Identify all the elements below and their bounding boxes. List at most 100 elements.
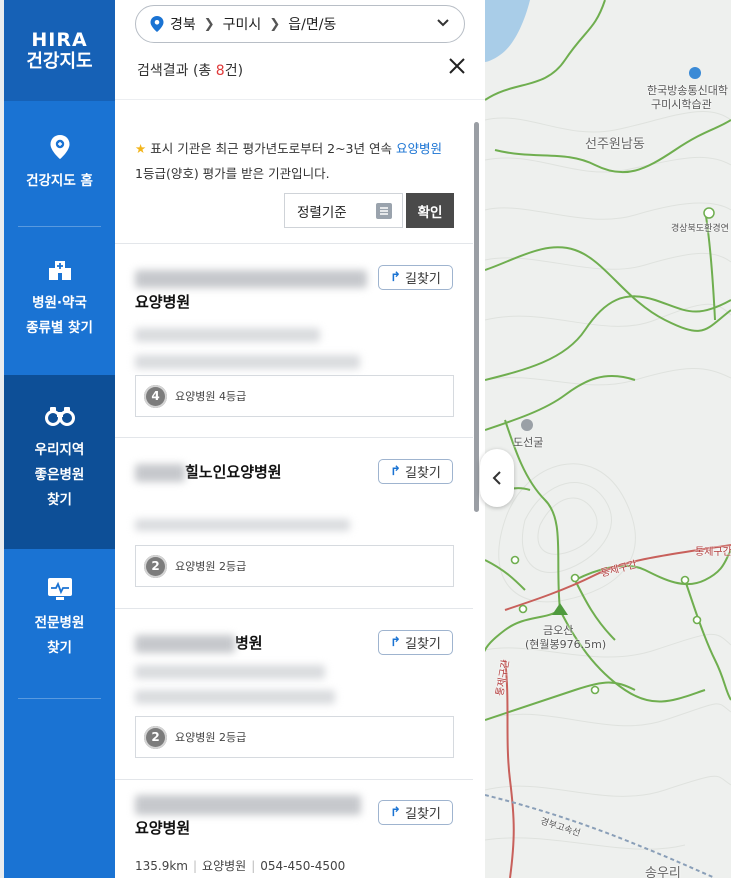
notice-highlight: 요양병원 xyxy=(395,141,442,156)
map-label: 도선굴 xyxy=(513,436,544,449)
logo-line-1: HIRA xyxy=(31,28,88,51)
list-icon xyxy=(376,203,392,219)
map-label: 통제구간 xyxy=(695,547,731,558)
sort-select[interactable]: 정렬기준 xyxy=(284,193,403,228)
hospital-type: 요양병원 xyxy=(202,859,247,873)
separator: | xyxy=(251,859,256,873)
blurred-text xyxy=(135,463,185,482)
close-icon[interactable] xyxy=(447,56,467,76)
confirm-button[interactable]: 확인 xyxy=(406,193,454,228)
hospital-phone[interactable]: 054-450-4500 xyxy=(260,859,345,873)
lake-shape xyxy=(485,0,530,62)
hospital-name-visible: 요양병원 xyxy=(135,293,191,311)
location-province: 경북 xyxy=(170,17,196,33)
map-label: (현월봉976.5m) xyxy=(525,638,607,651)
directions-button[interactable]: ↱ 길찾기 xyxy=(378,800,453,825)
hospital-name: 요양병원 xyxy=(135,266,375,314)
map-label: 선주원남동 xyxy=(585,137,645,152)
blurred-text xyxy=(135,664,325,679)
result-count-prefix: 검색결과 (총 xyxy=(137,63,216,79)
map-view[interactable]: 한국방송통신대학 구미시학습관 선주원남동 경상북도환경연 도선굴 금오산 (현… xyxy=(485,0,731,878)
panel-header: 경북 ❯ 구미시 ❯ 읍/면/동 검색결과 (총 8건) xyxy=(115,0,485,100)
hospital-building-icon xyxy=(47,255,73,283)
location-pin-icon xyxy=(49,133,71,161)
hospital-card[interactable]: 힐노인요양병원 ↱ 길찾기 2 요양병원 2등급 xyxy=(115,437,473,609)
result-count-suffix: 건) xyxy=(224,63,244,79)
directions-label: 길찾기 xyxy=(405,637,441,652)
blurred-text xyxy=(135,327,320,342)
hospital-name: 힐노인요양병원 xyxy=(135,460,375,484)
blurred-text xyxy=(135,794,361,815)
nav-item-hospital-type-label: 병원·약국 종류별 찾기 xyxy=(26,295,93,336)
turn-arrow-icon: ↱ xyxy=(390,805,401,820)
hospital-name: 병원 xyxy=(135,631,375,655)
grade-number: 2 xyxy=(144,554,167,578)
directions-button[interactable]: ↱ 길찾기 xyxy=(378,630,453,655)
chevron-right-icon: ❯ xyxy=(269,16,281,32)
chevron-down-icon xyxy=(437,19,449,27)
hospital-info-blurred xyxy=(135,661,335,704)
notice-text-2: 1등급(양호) 평가를 받은 기관입니다. xyxy=(135,166,330,181)
hospital-card[interactable]: 병원 ↱ 길찾기 2 요양병원 2등급 xyxy=(115,608,473,780)
blurred-text xyxy=(135,518,350,531)
hospital-name-visible: 요양병원 xyxy=(135,819,191,837)
map-label: 구미시학습관 xyxy=(651,98,712,111)
hospital-meta: 135.9km | 요양병원 | 054-450-4500 xyxy=(135,857,345,874)
facility-icon xyxy=(703,207,715,219)
scrollbar-thumb[interactable] xyxy=(474,122,479,512)
nav-item-specialty-hospital-label: 전문병원 찾기 xyxy=(34,615,85,656)
landmark-icon xyxy=(521,419,533,431)
heart-monitor-icon xyxy=(47,575,73,603)
side-navigation: HIRA 건강지도 건강지도 홈 병원·약국 종류별 찾기 우리지역 좋은병원 … xyxy=(4,0,115,878)
blurred-text xyxy=(135,690,335,704)
blurred-text xyxy=(135,634,235,653)
location-marker-icon xyxy=(150,16,164,32)
sort-label: 정렬기준 xyxy=(297,204,347,221)
location-city: 구미시 xyxy=(222,17,262,33)
hira-logo[interactable]: HIRA 건강지도 xyxy=(4,0,115,101)
grade-text: 요양병원 2등급 xyxy=(175,560,247,573)
blurred-text xyxy=(135,269,367,288)
nav-item-specialty-hospital[interactable]: 전문병원 찾기 xyxy=(4,575,115,661)
nav-item-good-hospital[interactable]: 우리지역 좋은병원 찾기 xyxy=(4,375,115,549)
logo-line-2: 건강지도 xyxy=(26,50,93,72)
turn-arrow-icon: ↱ xyxy=(390,635,401,650)
nav-divider xyxy=(18,226,101,227)
directions-label: 길찾기 xyxy=(405,807,441,822)
hospital-name-visible: 힐노인요양병원 xyxy=(185,463,282,481)
grade-badge: 2 요양병원 2등급 xyxy=(135,545,454,587)
school-icon xyxy=(689,67,701,79)
result-count-number: 8 xyxy=(215,63,225,79)
location-selector[interactable]: 경북 ❯ 구미시 ❯ 읍/면/동 xyxy=(135,5,465,43)
hospital-name: 요양병원 xyxy=(135,792,375,840)
nav-item-hospital-type[interactable]: 병원·약국 종류별 찾기 xyxy=(4,255,115,341)
binoculars-icon xyxy=(44,402,75,430)
separator: | xyxy=(193,859,198,873)
hospital-card[interactable]: 요양병원 ↱ 길찾기 4 요양병원 4등급 xyxy=(115,243,473,438)
nav-item-home-label: 건강지도 홈 xyxy=(26,173,93,189)
hospital-info-blurred xyxy=(135,324,360,369)
grade-number: 4 xyxy=(144,384,167,408)
grade-badge: 4 요양병원 4등급 xyxy=(135,375,454,417)
hospital-card[interactable]: 요양병원 ↱ 길찾기 135.9km | 요양병원 | 054-450-4500 xyxy=(115,779,473,878)
result-count: 검색결과 (총 8건) xyxy=(137,60,243,80)
nav-divider xyxy=(18,698,101,699)
directions-label: 길찾기 xyxy=(405,272,441,287)
directions-button[interactable]: ↱ 길찾기 xyxy=(378,459,453,484)
mountain-peak-icon xyxy=(552,603,568,615)
collapse-panel-button[interactable] xyxy=(480,449,514,507)
grade-number: 2 xyxy=(144,725,167,749)
hospital-distance: 135.9km xyxy=(135,859,188,873)
directions-label: 길찾기 xyxy=(405,466,441,481)
evaluation-notice: ★ 표시 기관은 최근 평가년도로부터 2~3년 연속 요양병원 1등급(양호) … xyxy=(135,136,465,186)
turn-arrow-icon: ↱ xyxy=(390,464,401,479)
notice-text-1: 표시 기관은 최근 평가년도로부터 2~3년 연속 xyxy=(150,141,396,156)
chevron-left-icon xyxy=(492,471,501,485)
directions-button[interactable]: ↱ 길찾기 xyxy=(378,265,453,290)
nav-item-good-hospital-label: 우리지역 좋은병원 찾기 xyxy=(34,442,85,508)
nav-item-home[interactable]: 건강지도 홈 xyxy=(4,133,115,194)
star-icon: ★ xyxy=(135,141,147,156)
grade-text: 요양병원 2등급 xyxy=(175,731,247,744)
grade-badge: 2 요양병원 2등급 xyxy=(135,716,454,758)
chevron-right-icon: ❯ xyxy=(203,16,215,32)
